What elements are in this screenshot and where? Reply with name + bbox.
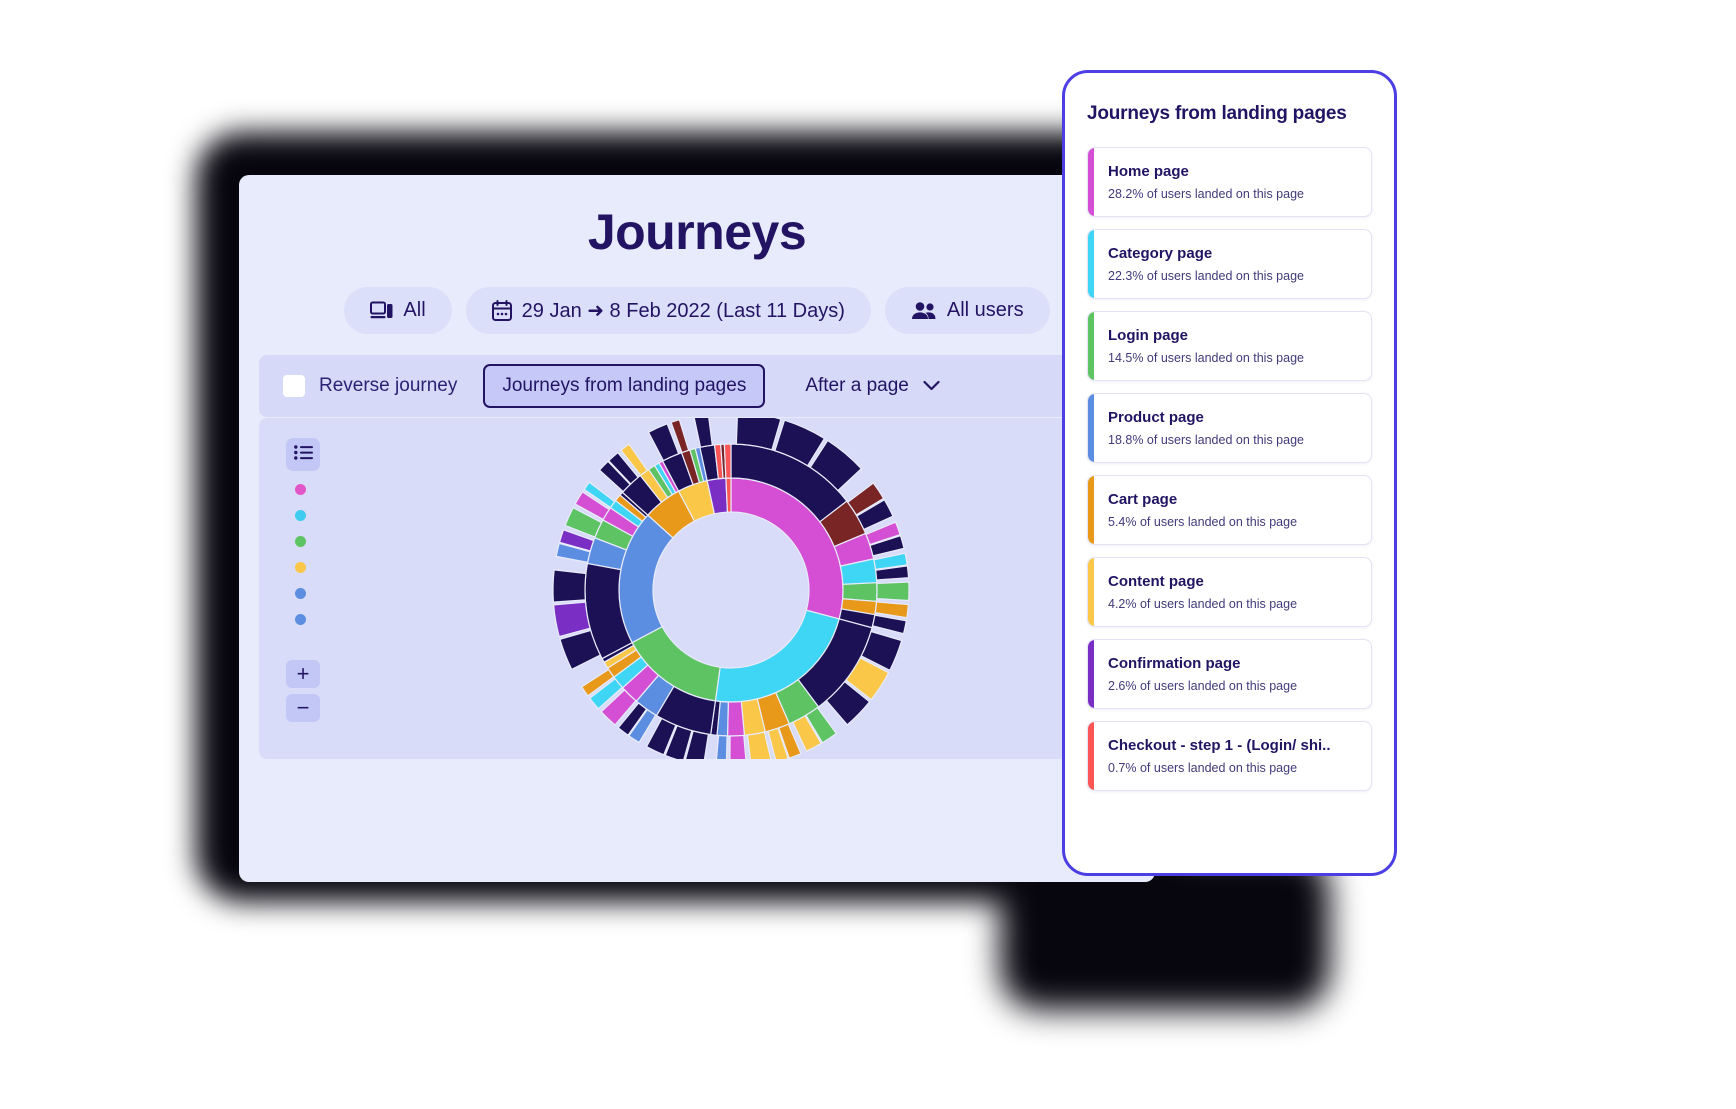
sunburst-segment[interactable]	[552, 569, 587, 603]
sunburst-segment[interactable]	[735, 418, 782, 451]
landing-page-name: Cart page	[1108, 491, 1178, 508]
landing-page-card[interactable]: Cart page 5.4% of users landed on this pa…	[1087, 475, 1372, 545]
landing-page-card[interactable]: Product page 18.8% of users landed on thi…	[1087, 393, 1372, 463]
legend-dot-1[interactable]	[295, 484, 306, 495]
filter-pill-row: All 29 Jan ➜ 8 Feb 2022 (Last 11 Days) A…	[239, 287, 1155, 334]
date-range-pill[interactable]: 29 Jan ➜ 8 Feb 2022 (Last 11 Days)	[465, 287, 871, 334]
tab-journeys-from-landing-pages[interactable]: Journeys from landing pages	[483, 364, 766, 408]
landing-page-color-bar	[1088, 230, 1094, 298]
landing-page-name: Login page	[1108, 327, 1188, 344]
landing-page-card[interactable]: Category page 22.3% of users landed on th…	[1087, 229, 1372, 299]
sunburst-segment[interactable]	[876, 581, 910, 602]
legend-dot-2[interactable]	[295, 510, 306, 521]
chevron-down-icon	[923, 375, 940, 397]
list-view-toggle-button[interactable]	[286, 438, 320, 471]
sunburst-segment[interactable]	[725, 477, 732, 513]
sunburst-segment[interactable]	[871, 614, 908, 635]
landing-page-color-bar	[1088, 722, 1094, 790]
sunburst-segment[interactable]	[726, 700, 746, 737]
sunburst-segment[interactable]	[715, 734, 728, 759]
landing-page-name: Confirmation page	[1108, 655, 1241, 672]
landing-page-name: Category page	[1108, 245, 1213, 262]
legend-dot-6[interactable]	[295, 614, 306, 625]
users-filter-label: All users	[946, 299, 1024, 321]
landing-page-color-bar	[1088, 558, 1094, 626]
journey-options-bar: Reverse journey Journeys from landing pa…	[259, 355, 1139, 417]
landing-pages-phone-panel: Journeys from landing pages Home page 28.…	[1062, 70, 1397, 876]
landing-page-share: 5.4% of users landed on this page	[1108, 515, 1298, 529]
journey-chart-panel: + −	[259, 418, 1139, 759]
legend-dot-5[interactable]	[295, 588, 306, 599]
after-a-page-label: After a page	[805, 375, 909, 396]
landing-page-share: 2.6% of users landed on this page	[1108, 679, 1298, 693]
landing-page-color-bar	[1088, 148, 1094, 216]
landing-page-card[interactable]: Confirmation page 2.6% of users landed on…	[1087, 639, 1372, 709]
landing-page-name: Checkout - step 1 - (Login/ shi..	[1108, 737, 1331, 754]
date-range-label: 29 Jan ➜ 8 Feb 2022 (Last 11 Days)	[521, 300, 845, 322]
device-icon	[370, 301, 393, 320]
screenshot-root: Journeys All 29 Jan ➜ 8 Feb 2022 (Last 1…	[0, 0, 1736, 1109]
sunburst-segment[interactable]	[693, 418, 713, 448]
landing-page-name: Content page	[1108, 573, 1204, 590]
zoom-out-button[interactable]: −	[286, 694, 320, 722]
sunburst-chart[interactable]	[521, 418, 941, 759]
app-window: Journeys All 29 Jan ➜ 8 Feb 2022 (Last 1…	[239, 175, 1155, 882]
sunburst-segment[interactable]	[729, 734, 747, 759]
sunburst-segment[interactable]	[723, 443, 732, 479]
sunburst-segment[interactable]	[746, 731, 772, 759]
legend-dot-4[interactable]	[295, 562, 306, 573]
reverse-journey-label: Reverse journey	[319, 375, 458, 396]
device-filter-label: All	[403, 299, 426, 321]
landing-page-share: 0.7% of users landed on this page	[1108, 761, 1298, 775]
landing-page-list: Home page 28.2% of users landed on this p…	[1087, 147, 1372, 791]
sunburst-segment[interactable]	[552, 601, 591, 638]
landing-page-card[interactable]: Checkout - step 1 - (Login/ shi.. 0.7% of…	[1087, 721, 1372, 791]
landing-page-card[interactable]: Content page 4.2% of users landed on this…	[1087, 557, 1372, 627]
landing-page-share: 28.2% of users landed on this page	[1108, 187, 1304, 201]
landing-page-color-bar	[1088, 640, 1094, 708]
landing-page-share: 18.8% of users landed on this page	[1108, 433, 1304, 447]
landing-page-card[interactable]: Home page 28.2% of users landed on this p…	[1087, 147, 1372, 217]
calendar-icon	[491, 300, 512, 321]
sunburst-segment[interactable]	[874, 601, 910, 619]
legend-dot-3[interactable]	[295, 536, 306, 547]
device-filter-pill[interactable]: All	[344, 287, 452, 334]
list-icon	[293, 444, 313, 465]
phone-panel-title: Journeys from landing pages	[1087, 103, 1347, 124]
landing-page-name: Product page	[1108, 409, 1204, 426]
page-title: Journeys	[587, 204, 807, 260]
zoom-in-button[interactable]: +	[286, 660, 320, 688]
reverse-journey-control[interactable]: Reverse journey	[283, 375, 457, 397]
landing-page-share: 22.3% of users landed on this page	[1108, 269, 1304, 283]
landing-page-color-bar	[1088, 394, 1094, 462]
chart-legend-dots[interactable]	[295, 484, 306, 625]
landing-page-color-bar	[1088, 476, 1094, 544]
users-icon	[911, 301, 937, 320]
landing-page-share: 4.2% of users landed on this page	[1108, 597, 1298, 611]
reverse-journey-checkbox[interactable]	[283, 375, 305, 397]
chart-zoom-controls[interactable]: + −	[286, 660, 320, 722]
users-filter-pill[interactable]: All users	[884, 287, 1050, 334]
landing-page-share: 14.5% of users landed on this page	[1108, 351, 1304, 365]
landing-page-name: Home page	[1108, 163, 1189, 180]
after-a-page-dropdown[interactable]: After a page	[791, 364, 954, 408]
landing-page-color-bar	[1088, 312, 1094, 380]
landing-page-card[interactable]: Login page 14.5% of users landed on this …	[1087, 311, 1372, 381]
